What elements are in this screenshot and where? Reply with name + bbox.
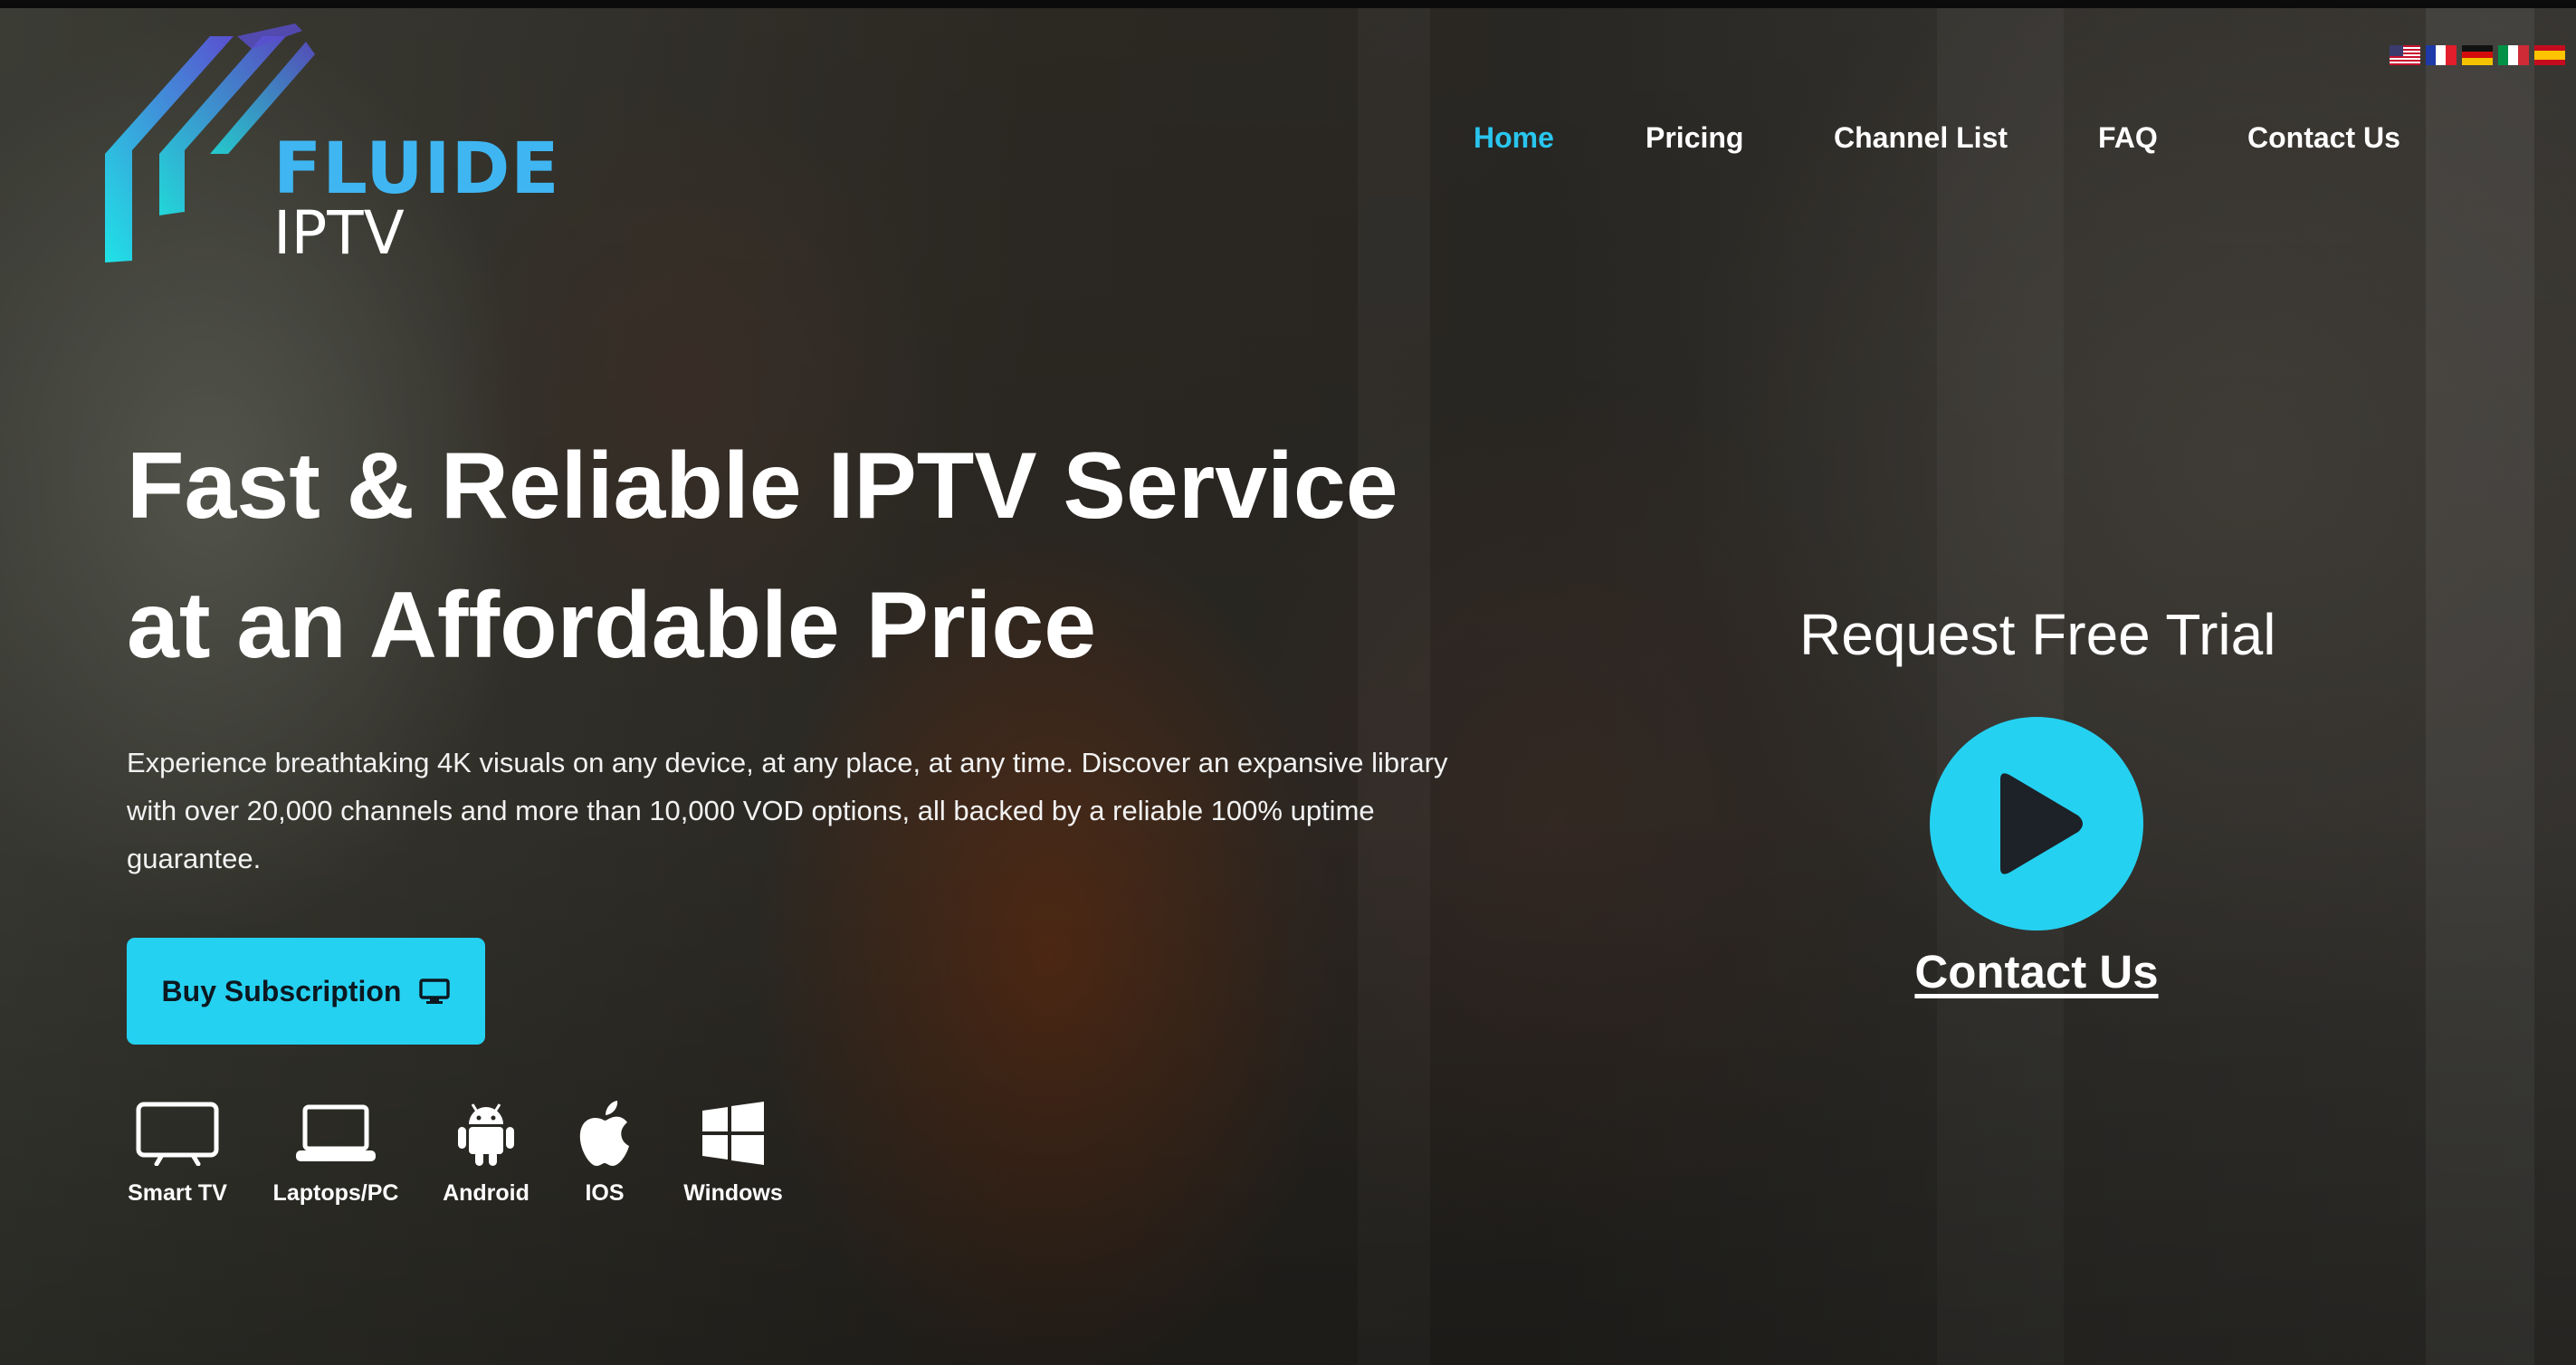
language-switcher bbox=[2390, 45, 2565, 65]
laptop-icon bbox=[296, 1104, 376, 1161]
device-label: IOS bbox=[585, 1180, 625, 1206]
buy-subscription-label: Buy Subscription bbox=[161, 974, 402, 1007]
it-flag-icon[interactable] bbox=[2498, 45, 2529, 65]
brand-logo[interactable]: FLUIDE IPTV bbox=[101, 18, 559, 268]
nav-channel-list[interactable]: Channel List bbox=[1834, 121, 2008, 155]
hero-description: Experience breathtaking 4K visuals on an… bbox=[127, 747, 1448, 874]
nav-contact-us[interactable]: Contact Us bbox=[2247, 121, 2400, 155]
nav-home[interactable]: Home bbox=[1474, 121, 1554, 155]
device-android: Android bbox=[434, 1095, 538, 1207]
apple-icon bbox=[579, 1101, 629, 1166]
nav-pricing[interactable]: Pricing bbox=[1646, 121, 1743, 155]
device-windows: Windows bbox=[679, 1095, 787, 1207]
buy-subscription-button[interactable]: Buy Subscription bbox=[127, 938, 485, 1045]
device-laptop: Laptops/PC bbox=[268, 1095, 404, 1207]
device-label: Android bbox=[443, 1180, 530, 1206]
monitor-icon bbox=[419, 978, 451, 1004]
device-label: Windows bbox=[683, 1180, 783, 1206]
nav-faq[interactable]: FAQ bbox=[2098, 121, 2158, 155]
play-video-button[interactable] bbox=[1930, 717, 2143, 931]
es-flag-icon[interactable] bbox=[2534, 45, 2565, 65]
device-label: Laptops/PC bbox=[272, 1180, 399, 1206]
hero-headline: Fast & Reliable IPTV Service at an Affor… bbox=[127, 416, 1611, 695]
us-flag-icon[interactable] bbox=[2390, 45, 2420, 65]
de-flag-icon[interactable] bbox=[2462, 45, 2493, 65]
device-ios: IOS bbox=[561, 1095, 648, 1207]
device-label: Smart TV bbox=[128, 1180, 227, 1206]
free-trial-title: Request Free Trial bbox=[1799, 602, 2276, 667]
hero-headline-line-1: Fast & Reliable IPTV Service bbox=[127, 434, 1398, 539]
brand-subtitle: IPTV bbox=[273, 198, 405, 268]
android-icon bbox=[458, 1103, 514, 1166]
hero-headline-line-2: at an Affordable Price bbox=[127, 573, 1097, 678]
brand-name: FLUIDE bbox=[273, 129, 560, 210]
device-smart-tv: Smart TV bbox=[123, 1095, 232, 1207]
windows-icon bbox=[702, 1102, 764, 1165]
play-icon bbox=[2000, 773, 2083, 874]
smart-tv-icon bbox=[136, 1102, 219, 1166]
contact-us-link[interactable]: Contact Us bbox=[1912, 945, 2161, 998]
fr-flag-icon[interactable] bbox=[2426, 45, 2457, 65]
top-border bbox=[0, 0, 2576, 8]
